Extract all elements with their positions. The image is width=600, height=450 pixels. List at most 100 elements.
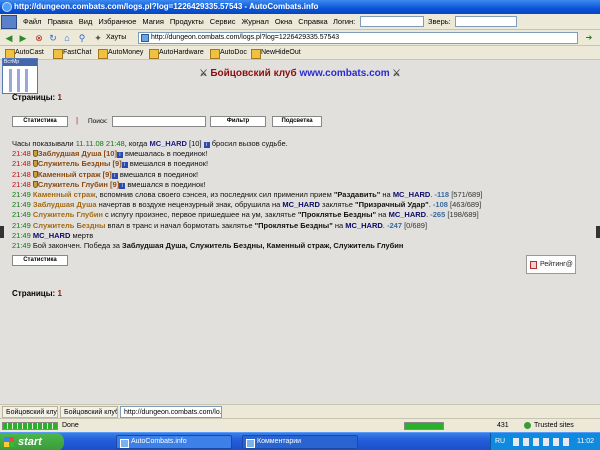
highlight-button[interactable]: Подсветка xyxy=(272,116,322,127)
rating-badge[interactable]: Рейтинг@ xyxy=(526,255,576,274)
search-input[interactable] xyxy=(112,116,206,127)
bot-link[interactable]: Заблудшая Душа xyxy=(38,149,102,158)
menu-file[interactable]: Файл xyxy=(20,14,44,30)
menu-windows[interactable]: Окна xyxy=(272,14,295,30)
tab-fight-club-1[interactable]: Бойцовский клуб xyxy=(2,406,58,418)
password-input[interactable] xyxy=(455,16,517,27)
divider: | xyxy=(76,116,79,125)
mini-bar xyxy=(17,69,20,92)
target-name: MC_HARD xyxy=(32,230,71,240)
log-line: 21:49 Заблудшая Душа начертав в воздухе … xyxy=(12,200,482,210)
statistics-button[interactable]: Статистика xyxy=(12,116,68,127)
bot-link[interactable]: Каменный страж xyxy=(38,170,101,179)
bot-link[interactable]: Служитель Глубин xyxy=(38,180,108,189)
password-label: Зверь: xyxy=(428,17,451,26)
go-button[interactable]: ➔ xyxy=(580,32,598,44)
info-icon[interactable]: i xyxy=(119,182,126,189)
menu-favorites[interactable]: Избранное xyxy=(95,14,139,30)
menu-magic[interactable]: Магия xyxy=(139,14,167,30)
info-icon[interactable]: i xyxy=(121,162,128,169)
menu-edit[interactable]: Правка xyxy=(44,14,75,30)
target-name: MC_HARD xyxy=(392,189,431,199)
damage-value: -265 xyxy=(430,210,446,220)
address-bar[interactable]: http://dungeon.combats.com/logs.pl?log=1… xyxy=(138,32,578,44)
bot-name: Служитель Бездны xyxy=(32,220,106,230)
log-controls: Статистика | Поиск: Фильтр Подсветка xyxy=(12,116,322,127)
login-label: Логин: xyxy=(333,17,356,26)
page-link-1[interactable]: 1 xyxy=(57,289,61,298)
start-button[interactable]: start xyxy=(0,433,64,450)
log-time: 21:49 xyxy=(12,210,31,220)
bot-level: [9] xyxy=(112,159,122,169)
page-viewport: ⚔ Бойцовский клуб www.combats.com ⚔ Стра… xyxy=(0,60,600,404)
tray-icons[interactable] xyxy=(513,438,569,446)
search-icon[interactable]: ⚲ xyxy=(76,32,88,44)
back-arrow-icon[interactable]: ◀ xyxy=(3,32,15,44)
tab-dungeon-log[interactable]: http://dungeon.combats.com/lo... xyxy=(120,406,222,418)
status-text: Done xyxy=(62,422,79,429)
addon-label[interactable]: Хауты xyxy=(106,32,126,44)
damage-value: -108 xyxy=(432,200,448,210)
menu-journal[interactable]: Журнал xyxy=(238,14,271,30)
tab-fight-club-2[interactable]: Бойцовский клуб xyxy=(60,406,118,418)
task-autocombats[interactable]: AutoCombats.info xyxy=(116,435,232,449)
forward-arrow-icon[interactable]: ▶ xyxy=(17,32,29,44)
info-icon[interactable]: i xyxy=(203,142,210,148)
bot-level: [9] xyxy=(102,169,112,179)
damage-value: -247 xyxy=(386,220,402,230)
pages-nav-top: Страницы: 1 xyxy=(12,93,62,102)
link-autohardware[interactable]: AutoHardware xyxy=(148,47,204,59)
refresh-icon[interactable]: ↻ xyxy=(47,32,59,44)
mini-bar xyxy=(25,69,28,92)
language-indicator[interactable]: RU xyxy=(495,433,505,450)
menu-products[interactable]: Продукты xyxy=(167,14,207,30)
statistics-button-bottom[interactable]: Статистика xyxy=(12,255,68,266)
task-comments[interactable]: Комментарии xyxy=(242,435,358,449)
info-icon[interactable]: i xyxy=(111,172,118,179)
info-icon[interactable]: i xyxy=(116,152,123,159)
bot-name: Каменный страж xyxy=(32,189,96,199)
skill-name: "Раздавить" xyxy=(333,189,381,199)
log-text: , когда xyxy=(124,139,148,148)
filter-button[interactable]: Фильтр xyxy=(210,116,266,127)
link-automoney[interactable]: AutoMoney xyxy=(97,47,143,59)
menu-help[interactable]: Справка xyxy=(295,14,330,30)
heading-site-link[interactable]: www.combats.com xyxy=(299,68,389,79)
log-text: бросил вызов судьбе. xyxy=(211,139,288,148)
player-link[interactable]: MC_HARD xyxy=(149,139,187,148)
left-scroll-handle[interactable] xyxy=(0,226,4,238)
link-fastchat[interactable]: FastChat xyxy=(52,47,91,59)
page-link-1[interactable]: 1 xyxy=(57,93,61,102)
bot-link[interactable]: Служитель Бездны xyxy=(38,159,111,168)
menu-tools[interactable]: Сервис xyxy=(207,14,239,30)
search-label: Поиск: xyxy=(88,118,108,125)
log-time: 21:48 xyxy=(12,179,31,189)
right-scroll-handle[interactable] xyxy=(596,226,600,238)
address-text: http://dungeon.combats.com/logs.pl?log=1… xyxy=(151,34,340,41)
tools-icon[interactable]: ✦ xyxy=(92,32,104,44)
target-name: MC_HARD xyxy=(388,210,427,220)
login-input[interactable] xyxy=(360,16,424,27)
home-icon[interactable]: ⌂ xyxy=(61,32,73,44)
link-newhideout[interactable]: NewHideOut xyxy=(250,47,301,59)
player-level: [10] xyxy=(189,139,202,148)
stop-icon[interactable]: ⊗ xyxy=(33,32,45,44)
crossed-swords-icon: ⚔ xyxy=(199,68,208,78)
hp-value: [198/689] xyxy=(447,210,479,220)
mini-widget[interactable]: ВстМр xyxy=(2,58,38,94)
crossed-swords-icon: ⚔ xyxy=(392,68,401,78)
log-line: 21:49 Служитель Бездны впал в транс и на… xyxy=(12,220,428,230)
window-titlebar: http://dungeon.combats.com/logs.pl?log=1… xyxy=(0,0,600,14)
heading-prefix: Бойцовский клуб xyxy=(210,68,297,79)
page-tabs: Бойцовский клуб Бойцовский клуб http://d… xyxy=(0,404,600,418)
taskbar: start AutoCombats.info Комментарии RU 11… xyxy=(0,432,600,450)
menu-view[interactable]: Вид xyxy=(76,14,96,30)
page-heading: ⚔ Бойцовский клуб www.combats.com ⚔ xyxy=(0,68,600,79)
pages-label: Страницы: xyxy=(12,93,56,102)
log-time: 21:49 xyxy=(12,240,31,250)
log-time: 21:48 xyxy=(12,169,31,179)
log-time: 21:49 xyxy=(12,230,31,240)
log-time: 21:48 xyxy=(12,149,31,159)
skill-name: "Проклятье Бездны" xyxy=(297,210,377,220)
link-autodoc[interactable]: AutoDoc xyxy=(209,47,247,59)
